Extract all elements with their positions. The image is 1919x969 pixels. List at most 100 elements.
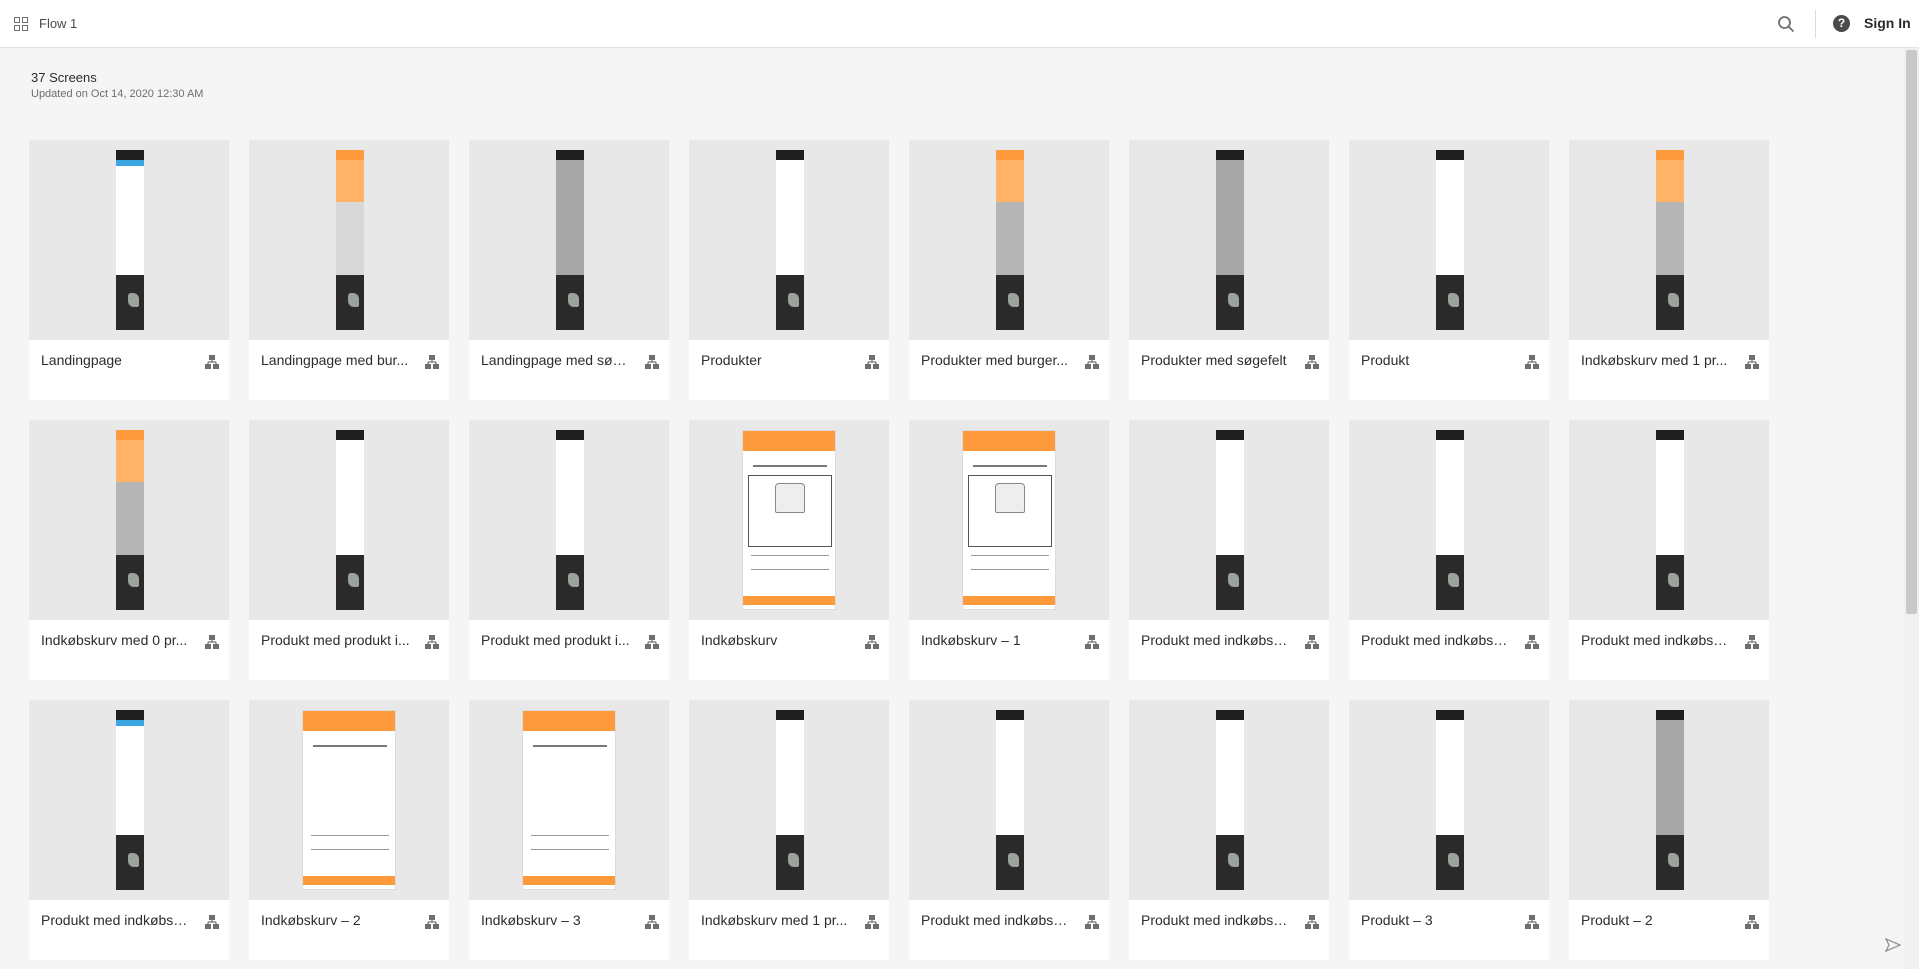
screen-card[interactable]: Landingpage med bur...: [249, 140, 449, 400]
screen-thumbnail[interactable]: [689, 140, 889, 340]
hierarchy-icon[interactable]: [644, 914, 660, 930]
screen-name[interactable]: Produkt med indkøbsk...: [1141, 912, 1291, 928]
screen-name[interactable]: Produkter med søgefelt: [1141, 352, 1291, 368]
hierarchy-icon[interactable]: [424, 354, 440, 370]
screen-thumbnail[interactable]: [249, 140, 449, 340]
screen-thumbnail[interactable]: [689, 700, 889, 900]
screen-name[interactable]: Produkt med produkt i...: [481, 632, 631, 648]
screen-name[interactable]: Produkt – 2: [1581, 912, 1731, 928]
screen-name[interactable]: Indkøbskurv – 3: [481, 912, 631, 928]
hierarchy-icon[interactable]: [644, 634, 660, 650]
screen-name[interactable]: Indkøbskurv – 2: [261, 912, 411, 928]
screen-thumbnail[interactable]: [1349, 140, 1549, 340]
hierarchy-icon[interactable]: [1744, 634, 1760, 650]
screen-thumbnail[interactable]: [249, 700, 449, 900]
screen-thumbnail[interactable]: [1129, 420, 1329, 620]
sign-in-link[interactable]: Sign In: [1864, 15, 1911, 31]
hierarchy-icon[interactable]: [1304, 354, 1320, 370]
screen-card[interactable]: Indkøbskurv – 1: [909, 420, 1109, 680]
screen-thumbnail[interactable]: [29, 140, 229, 340]
screen-thumbnail[interactable]: [1569, 700, 1769, 900]
scrollbar-thumb[interactable]: [1906, 50, 1917, 614]
hierarchy-icon[interactable]: [864, 634, 880, 650]
screen-thumbnail[interactable]: [1129, 700, 1329, 900]
search-icon[interactable]: [1777, 15, 1795, 33]
hierarchy-icon[interactable]: [424, 634, 440, 650]
screen-name[interactable]: Produkter: [701, 352, 851, 368]
hierarchy-icon[interactable]: [644, 354, 660, 370]
hierarchy-icon[interactable]: [1744, 914, 1760, 930]
screen-thumbnail[interactable]: [29, 700, 229, 900]
screen-card[interactable]: Indkøbskurv med 1 pr...: [689, 700, 889, 960]
screen-name[interactable]: Landingpage med søg...: [481, 352, 631, 368]
screen-name[interactable]: Produkt med indkøbsk...: [1141, 632, 1291, 648]
screen-name[interactable]: Produkt: [1361, 352, 1511, 368]
screen-thumbnail[interactable]: [249, 420, 449, 620]
screen-card[interactable]: Produkt med indkøbsk...: [1569, 420, 1769, 680]
hierarchy-icon[interactable]: [1084, 634, 1100, 650]
screen-card[interactable]: Produkter med søgefelt: [1129, 140, 1329, 400]
screen-name[interactable]: Indkøbskurv med 0 pr...: [41, 632, 191, 648]
screen-thumbnail[interactable]: [1349, 700, 1549, 900]
screen-name[interactable]: Produkt med indkøbsk...: [921, 912, 1071, 928]
hierarchy-icon[interactable]: [1304, 634, 1320, 650]
screen-card[interactable]: Indkøbskurv – 2: [249, 700, 449, 960]
hierarchy-icon[interactable]: [1084, 914, 1100, 930]
screen-card[interactable]: Produkt: [1349, 140, 1549, 400]
screen-card[interactable]: Produkt med indkøbsk...: [1129, 420, 1329, 680]
screen-thumbnail[interactable]: [469, 140, 669, 340]
screen-name[interactable]: Indkøbskurv med 1 pr...: [701, 912, 851, 928]
screen-card[interactable]: Produkt med produkt i...: [469, 420, 669, 680]
screen-name[interactable]: Landingpage med bur...: [261, 352, 411, 368]
screen-card[interactable]: Produkt med indkøbsk...: [909, 700, 1109, 960]
screen-card[interactable]: Produkt med indkøbsk...: [1349, 420, 1549, 680]
screen-thumbnail[interactable]: [1569, 420, 1769, 620]
screen-thumbnail[interactable]: [469, 700, 669, 900]
screen-card[interactable]: Produkt – 3: [1349, 700, 1549, 960]
screen-card[interactable]: Landingpage: [29, 140, 229, 400]
screen-thumbnail[interactable]: [909, 420, 1109, 620]
screen-name[interactable]: Produkter med burger...: [921, 352, 1071, 368]
screen-name[interactable]: Produkt med indkøbsk...: [1361, 632, 1511, 648]
screen-name[interactable]: Landingpage: [41, 352, 191, 368]
send-icon[interactable]: [1885, 937, 1901, 953]
screen-thumbnail[interactable]: [1349, 420, 1549, 620]
help-icon[interactable]: ?: [1833, 15, 1850, 32]
screen-name[interactable]: Produkt med produkt i...: [261, 632, 411, 648]
screen-card[interactable]: Indkøbskurv – 3: [469, 700, 669, 960]
screen-thumbnail[interactable]: [689, 420, 889, 620]
screen-thumbnail[interactable]: [909, 140, 1109, 340]
hierarchy-icon[interactable]: [204, 634, 220, 650]
screen-name[interactable]: Indkøbskurv med 1 pr...: [1581, 352, 1731, 368]
screen-card[interactable]: Produkt – 2: [1569, 700, 1769, 960]
screen-name[interactable]: Indkøbskurv – 1: [921, 632, 1071, 648]
screen-card[interactable]: Produkt med indkøbsk...: [29, 700, 229, 960]
hierarchy-icon[interactable]: [1084, 354, 1100, 370]
hierarchy-icon[interactable]: [1744, 354, 1760, 370]
screen-card[interactable]: Landingpage med søg...: [469, 140, 669, 400]
hierarchy-icon[interactable]: [1304, 914, 1320, 930]
screen-thumbnail[interactable]: [909, 700, 1109, 900]
screen-card[interactable]: Indkøbskurv med 0 pr...: [29, 420, 229, 680]
screen-name[interactable]: Produkt med indkøbsk...: [41, 912, 191, 928]
grid-icon[interactable]: [14, 17, 28, 31]
hierarchy-icon[interactable]: [1524, 634, 1540, 650]
screen-name[interactable]: Produkt med indkøbsk...: [1581, 632, 1731, 648]
hierarchy-icon[interactable]: [1524, 354, 1540, 370]
hierarchy-icon[interactable]: [204, 914, 220, 930]
hierarchy-icon[interactable]: [864, 354, 880, 370]
screen-name[interactable]: Indkøbskurv: [701, 632, 851, 648]
screen-thumbnail[interactable]: [1569, 140, 1769, 340]
screen-card[interactable]: Produkt med produkt i...: [249, 420, 449, 680]
screen-card[interactable]: Produkter med burger...: [909, 140, 1109, 400]
hierarchy-icon[interactable]: [1524, 914, 1540, 930]
screen-card[interactable]: Produkter: [689, 140, 889, 400]
screen-card[interactable]: Produkt med indkøbsk...: [1129, 700, 1329, 960]
screen-thumbnail[interactable]: [29, 420, 229, 620]
hierarchy-icon[interactable]: [424, 914, 440, 930]
hierarchy-icon[interactable]: [864, 914, 880, 930]
screen-card[interactable]: Indkøbskurv: [689, 420, 889, 680]
hierarchy-icon[interactable]: [204, 354, 220, 370]
screen-thumbnail[interactable]: [1129, 140, 1329, 340]
screen-card[interactable]: Indkøbskurv med 1 pr...: [1569, 140, 1769, 400]
